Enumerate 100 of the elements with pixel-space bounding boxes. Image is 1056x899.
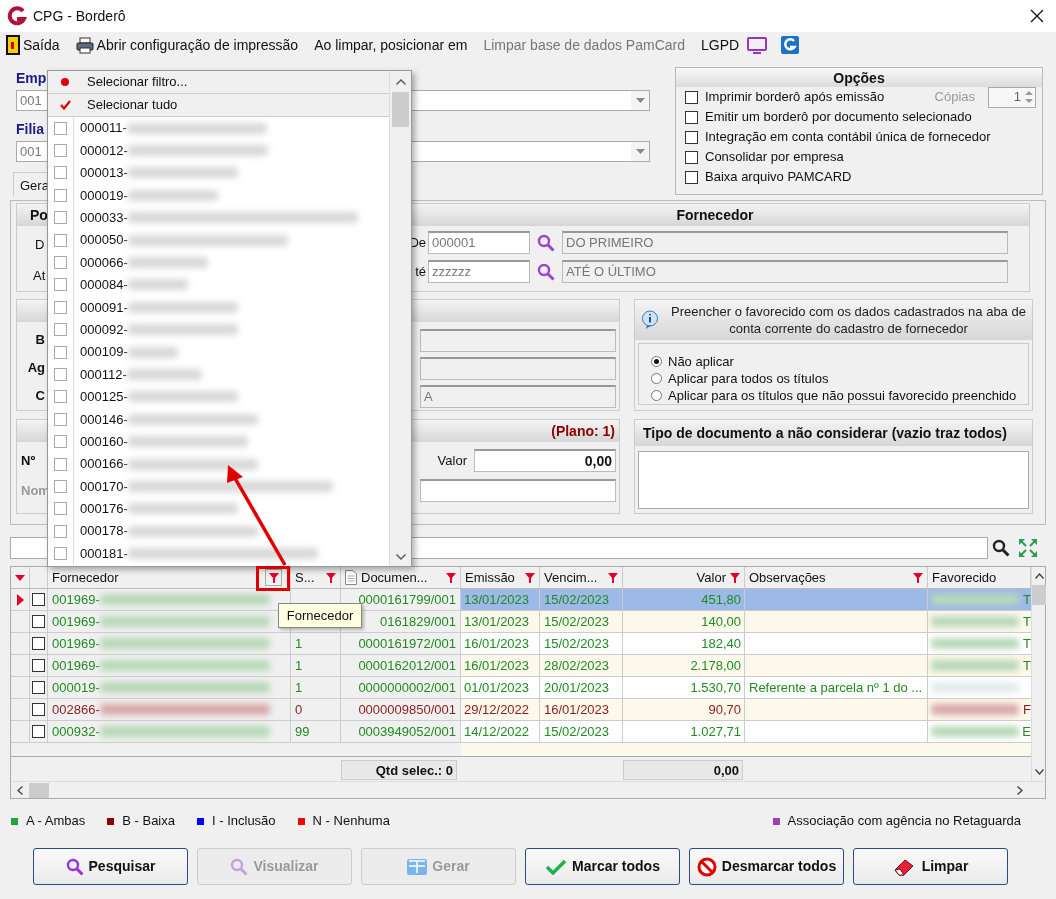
column-header[interactable]: Observações xyxy=(745,567,928,588)
toolbar-button[interactable]: Saída xyxy=(6,34,60,56)
checkbox[interactable] xyxy=(54,144,67,158)
list-item[interactable]: 000109- xyxy=(74,342,128,362)
column-header[interactable]: Vencim... xyxy=(540,567,623,588)
radio-button[interactable] xyxy=(651,390,662,401)
grid-row[interactable]: 000019- 1 0000000002/001 01/01/2023 20/01/2023 1.530,70 Referente a parcela nº 1 do ... xyxy=(11,677,1031,699)
filter-icon[interactable] xyxy=(446,572,456,583)
checkbox[interactable] xyxy=(54,188,67,202)
vertical-scrollbar[interactable] xyxy=(389,71,411,566)
action-button[interactable]: Marcar todos xyxy=(525,848,680,885)
list-item[interactable]: 000125- xyxy=(74,387,128,407)
grid-row[interactable]: 001969- 1 0000161972/001 16/01/2023 15/02/2023 182,40 T xyxy=(11,633,1031,655)
toolbar-button[interactable]: Ao limpar, posicionar em xyxy=(314,34,468,56)
checkbox[interactable] xyxy=(54,278,67,292)
toolbar-button[interactable]: LGPD xyxy=(701,34,768,56)
checkbox[interactable] xyxy=(32,615,45,628)
column-header[interactable]: Favorecido xyxy=(928,567,1031,588)
app-logo-icon[interactable] xyxy=(781,36,800,54)
list-item[interactable]: 000066- xyxy=(74,252,128,273)
grid-row[interactable]: 001969- 0000161799/001 13/01/2023 15/02/2023 451,80 T xyxy=(11,589,1031,611)
text-field[interactable] xyxy=(420,356,616,380)
scroll-up-icon[interactable] xyxy=(395,79,406,85)
text-field[interactable]: ATÉ O ÚLTIMO xyxy=(562,260,1008,283)
checkbox-label[interactable]: Integração em conta contábil única de fornecedor xyxy=(705,127,991,147)
checkbox[interactable] xyxy=(54,502,67,516)
close-icon[interactable] xyxy=(1030,9,1044,23)
radio-button[interactable] xyxy=(651,356,662,367)
checkbox[interactable] xyxy=(54,323,67,337)
list-item[interactable]: 000112- xyxy=(74,364,127,385)
menu-item[interactable]: Selecionar filtro... xyxy=(48,71,390,94)
document-type-list[interactable] xyxy=(638,451,1029,509)
checkbox[interactable] xyxy=(54,166,67,180)
checkbox[interactable] xyxy=(54,233,67,247)
search-icon[interactable] xyxy=(992,539,1010,557)
list-item[interactable]: 000181- xyxy=(74,543,128,564)
scroll-up-icon[interactable] xyxy=(1034,573,1044,579)
list-item[interactable]: 000033- xyxy=(74,208,128,228)
checkbox[interactable] xyxy=(54,479,67,493)
filter-arrow-icon[interactable] xyxy=(15,574,25,581)
checkbox[interactable] xyxy=(54,300,67,314)
scroll-down-icon[interactable] xyxy=(1034,769,1044,775)
action-button[interactable]: Pesquisar xyxy=(33,848,188,885)
checkbox[interactable] xyxy=(54,390,67,404)
grid-row[interactable]: 000932- 99 0003949052/001 14/12/2022 15/02/2023 1.027,71 E xyxy=(11,721,1031,743)
toolbar-button[interactable]: Abrir configuração de impressão xyxy=(75,34,299,56)
checkbox[interactable] xyxy=(54,256,67,270)
checkbox[interactable] xyxy=(54,457,67,471)
checkbox[interactable] xyxy=(54,345,67,359)
filter-icon[interactable] xyxy=(608,572,618,583)
vertical-scrollbar[interactable] xyxy=(1031,567,1046,781)
radio-button[interactable] xyxy=(651,373,662,384)
checkbox[interactable] xyxy=(32,659,45,672)
list-item[interactable]: 000176- xyxy=(74,499,128,519)
checkbox[interactable] xyxy=(32,703,45,716)
checkbox[interactable] xyxy=(685,150,698,164)
horizontal-scrollbar[interactable] xyxy=(11,781,1045,798)
text-field[interactable]: 000001 xyxy=(428,231,530,254)
list-item[interactable]: 000170- xyxy=(74,476,128,497)
action-button[interactable]: Desmarcar todos xyxy=(689,848,844,885)
filter-icon[interactable] xyxy=(268,572,279,583)
checkbox[interactable] xyxy=(32,593,45,606)
scroll-down-icon[interactable] xyxy=(395,554,406,560)
text-field[interactable] xyxy=(420,479,616,502)
action-button[interactable]: Limpar xyxy=(853,848,1008,885)
checkbox[interactable] xyxy=(685,110,698,124)
checkbox[interactable] xyxy=(32,637,45,650)
checkbox[interactable] xyxy=(54,547,67,561)
list-item[interactable]: 000050- xyxy=(74,230,128,250)
checkbox[interactable] xyxy=(54,524,67,538)
text-field[interactable] xyxy=(420,328,616,352)
filter-icon[interactable] xyxy=(913,572,923,583)
scroll-thumb[interactable] xyxy=(29,782,49,798)
list-item[interactable]: 000091- xyxy=(74,297,128,318)
checkbox[interactable] xyxy=(54,368,67,381)
list-item[interactable]: 000012- xyxy=(74,140,128,161)
column-header[interactable]: Emissão xyxy=(461,567,540,588)
scroll-right-icon[interactable] xyxy=(1017,785,1023,795)
list-item[interactable]: 000178- xyxy=(74,521,128,541)
column-header[interactable]: Valor xyxy=(623,567,745,588)
list-item[interactable]: 000019- xyxy=(74,185,128,206)
list-item[interactable]: 000011- xyxy=(74,118,127,138)
scroll-thumb[interactable] xyxy=(1032,585,1046,605)
checkbox[interactable] xyxy=(32,725,45,738)
checkbox[interactable] xyxy=(54,211,67,225)
list-item[interactable]: 000084- xyxy=(74,275,128,295)
list-item[interactable]: 000013- xyxy=(74,163,128,183)
checkbox[interactable] xyxy=(685,90,698,104)
grid-row[interactable]: 002866- 0 0000009850/001 29/12/2022 16/01/2023 90,70 F xyxy=(11,699,1031,721)
filter-icon[interactable] xyxy=(525,572,535,583)
list-item[interactable]: 000166- xyxy=(74,454,128,474)
filter-icon[interactable] xyxy=(730,572,740,583)
checkbox[interactable] xyxy=(685,130,698,144)
checkbox-label[interactable]: Emitir um borderô por documento selecionado xyxy=(705,107,972,127)
checkbox[interactable] xyxy=(54,121,67,135)
menu-item[interactable]: Selecionar tudo xyxy=(48,94,390,117)
text-field[interactable]: 0,00 xyxy=(474,449,616,472)
expand-icon[interactable] xyxy=(1018,538,1038,558)
list-item[interactable]: 000092- xyxy=(74,319,128,340)
text-field[interactable]: DO PRIMEIRO xyxy=(562,231,1008,254)
